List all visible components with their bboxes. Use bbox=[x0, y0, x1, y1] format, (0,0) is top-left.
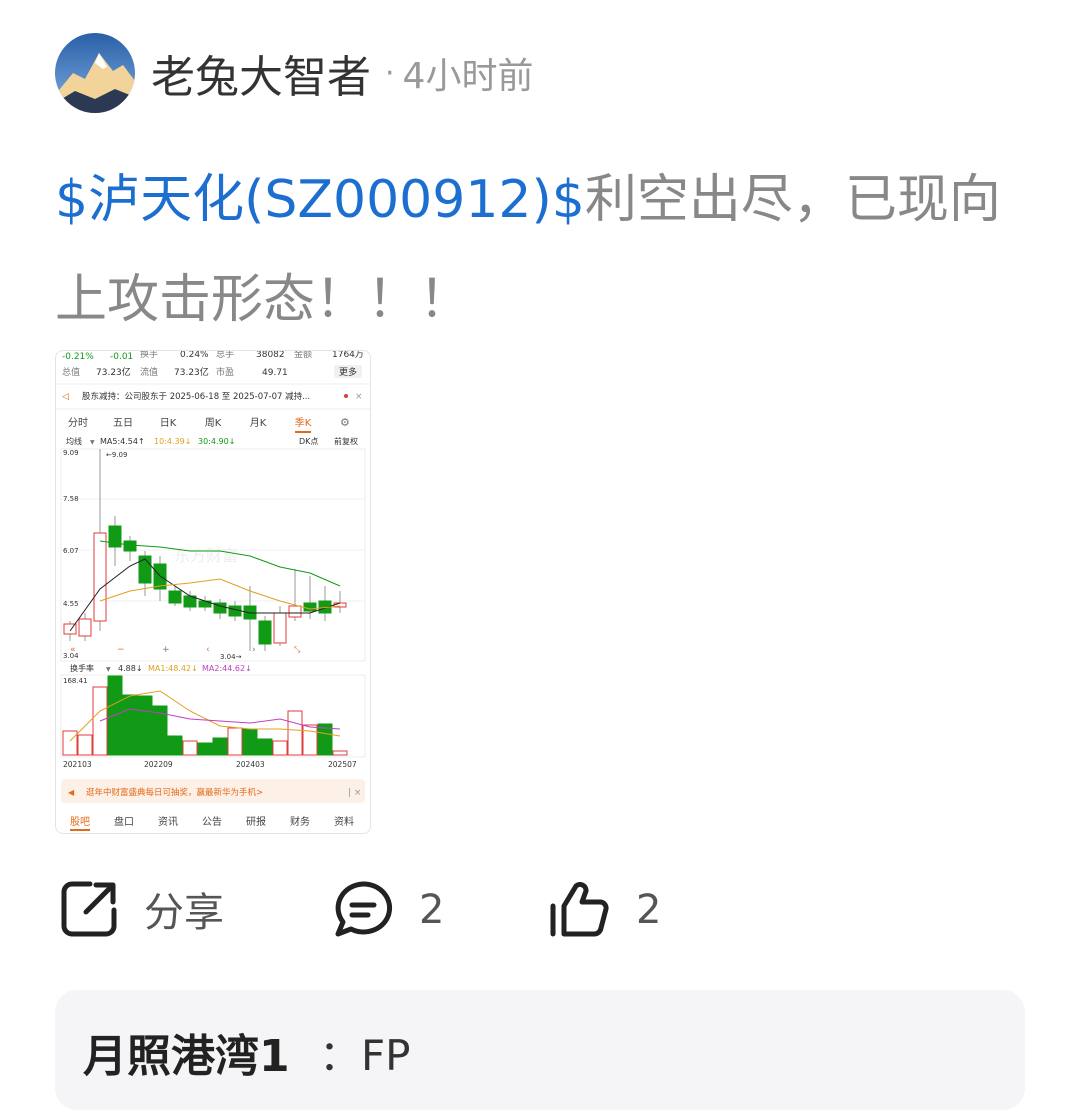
mcap-label: 总值 bbox=[62, 366, 80, 378]
promo-text: 逛年中财富盛典每日可抽奖，赢最新华为手机> bbox=[86, 787, 263, 798]
separator-dot: · bbox=[385, 55, 395, 91]
ma-mode: 均线 bbox=[66, 436, 82, 446]
turnover-ma1: MA1:48.42↓ bbox=[148, 664, 198, 673]
close-icon: × bbox=[355, 392, 363, 402]
ma5-value: MA5:4.54↑ bbox=[100, 437, 145, 446]
price-change: -0.01 bbox=[110, 352, 133, 362]
fullscreen-icon: ⤡ bbox=[294, 645, 301, 654]
period-tab[interactable]: 分时 bbox=[68, 417, 88, 429]
mcap-value: 73.23亿 bbox=[96, 366, 131, 378]
ma10-value: 10:4.39↓ bbox=[154, 437, 191, 446]
prev-icon: ‹ bbox=[206, 645, 210, 655]
date-tick: 202507 bbox=[328, 760, 357, 769]
comment-icon bbox=[335, 881, 393, 937]
period-tab[interactable]: 日K bbox=[160, 418, 177, 429]
svg-text:▼: ▼ bbox=[106, 666, 111, 673]
share-icon bbox=[61, 881, 117, 937]
amount-value: 1764万 bbox=[332, 351, 364, 360]
svg-text:▼: ▼ bbox=[90, 439, 95, 446]
turnover-current: 4.88↓ bbox=[118, 664, 143, 673]
high-marker: ←9.09 bbox=[106, 451, 127, 459]
period-tab[interactable]: 五日 bbox=[113, 418, 133, 429]
thumbs-up-icon bbox=[550, 882, 609, 937]
adjust-toggle: 前复权 bbox=[334, 436, 358, 446]
volume-value: 38082 bbox=[256, 351, 285, 360]
date-axis: 202103 202209 202403 202507 bbox=[63, 760, 357, 769]
turnover-ma2: MA2:44.62↓ bbox=[202, 664, 252, 673]
bottom-tab[interactable]: 研报 bbox=[246, 815, 266, 828]
pe-label: 市盈 bbox=[216, 366, 234, 378]
comment-button[interactable]: 2 bbox=[333, 880, 444, 940]
more-label: 更多 bbox=[339, 366, 357, 378]
amount-label: 金额 bbox=[294, 351, 312, 360]
like-count: 2 bbox=[636, 887, 662, 933]
watermark: 东方财富 bbox=[174, 546, 238, 565]
pe-value: 49.71 bbox=[262, 368, 288, 378]
pct-change: -0.21% bbox=[62, 352, 94, 362]
float-value: 73.23亿 bbox=[174, 366, 209, 378]
low-marker: 3.04→ bbox=[220, 653, 242, 661]
price-tick: 4.55 bbox=[63, 600, 79, 608]
zoom-out-icon: − bbox=[117, 645, 125, 655]
promo-close-icon: | × bbox=[348, 788, 361, 798]
period-tab[interactable]: 月K bbox=[250, 417, 267, 429]
post-content: $泸天化(SZ000912)$利空出尽，已现向上攻击形态！！！ bbox=[55, 150, 1015, 350]
stock-tag-link[interactable]: $泸天化(SZ000912)$ bbox=[55, 170, 585, 230]
commenter-name[interactable]: 月照港湾1 bbox=[83, 1020, 290, 1084]
bottom-tab[interactable]: 财务 bbox=[290, 815, 310, 828]
svg-text:◀: ◀ bbox=[68, 788, 75, 797]
stock-chart-screenshot: -0.21% -0.01 换手 0.24% 总手 38082 金额 1764万 … bbox=[56, 351, 370, 831]
comment-count: 2 bbox=[419, 887, 445, 933]
next-icon: › bbox=[252, 645, 256, 655]
price-tick: 9.09 bbox=[63, 449, 79, 457]
like-button[interactable]: 2 bbox=[548, 880, 661, 940]
post-time: 4小时前 bbox=[402, 56, 534, 97]
comment-preview[interactable]: 月照港湾1 ：FP bbox=[55, 990, 1025, 1110]
author-name[interactable]: 老兔大智者 bbox=[151, 41, 371, 105]
price-tick: 6.07 bbox=[63, 547, 79, 555]
bottom-tab[interactable]: 股吧 bbox=[70, 816, 90, 828]
zoom-in-icon: + bbox=[162, 645, 170, 655]
share-button[interactable]: 分享 bbox=[60, 880, 224, 938]
settings-icon: ⚙ bbox=[340, 416, 350, 429]
bottom-tabs: 股吧 盘口 资讯 公告 研报 财务 资料 bbox=[70, 815, 354, 831]
turnover-value: 0.24% bbox=[180, 351, 209, 360]
float-label: 流值 bbox=[140, 366, 158, 378]
turnover-bars bbox=[62, 675, 348, 756]
bottom-tab[interactable]: 公告 bbox=[202, 815, 222, 828]
bottom-tab[interactable]: 资讯 bbox=[158, 816, 178, 828]
bottom-tab[interactable]: 盘口 bbox=[114, 815, 134, 828]
avatar[interactable] bbox=[55, 33, 135, 113]
price-tick: 7.58 bbox=[63, 495, 79, 503]
dk-toggle: DK点 bbox=[299, 437, 318, 446]
date-tick: 202209 bbox=[144, 760, 173, 769]
comment-text: ：FP bbox=[319, 1031, 411, 1080]
post-image[interactable]: -0.21% -0.01 换手 0.24% 总手 38082 金额 1764万 … bbox=[55, 350, 371, 834]
post-header: 老兔大智者 · 4小时前 bbox=[55, 33, 533, 113]
volume-label: 总手 bbox=[216, 351, 234, 360]
turnover-mode: 换手率 bbox=[70, 663, 94, 673]
notice-text: 股东减持：公司股东于 2025-06-18 至 2025-07-07 减持... bbox=[82, 391, 310, 402]
share-label: 分享 bbox=[144, 890, 224, 936]
date-tick: 202403 bbox=[236, 760, 265, 769]
period-tabs: 分时 五日 日K 周K 月K 季K bbox=[68, 417, 312, 433]
period-tab[interactable]: 周K bbox=[205, 417, 222, 429]
turnover-label: 换手 bbox=[140, 351, 158, 360]
date-tick: 202103 bbox=[63, 760, 92, 769]
ma30-value: 30:4.90↓ bbox=[198, 437, 235, 446]
unread-dot bbox=[344, 394, 348, 398]
volume-top-tick: 168.41 bbox=[63, 677, 88, 685]
period-tab[interactable]: 季K bbox=[295, 417, 312, 429]
bottom-tab[interactable]: 资料 bbox=[334, 815, 354, 828]
speaker-icon: ◁ bbox=[62, 392, 69, 402]
scroll-left-icon: « bbox=[70, 645, 76, 655]
post-actions: 分享 2 2 bbox=[0, 880, 1074, 944]
